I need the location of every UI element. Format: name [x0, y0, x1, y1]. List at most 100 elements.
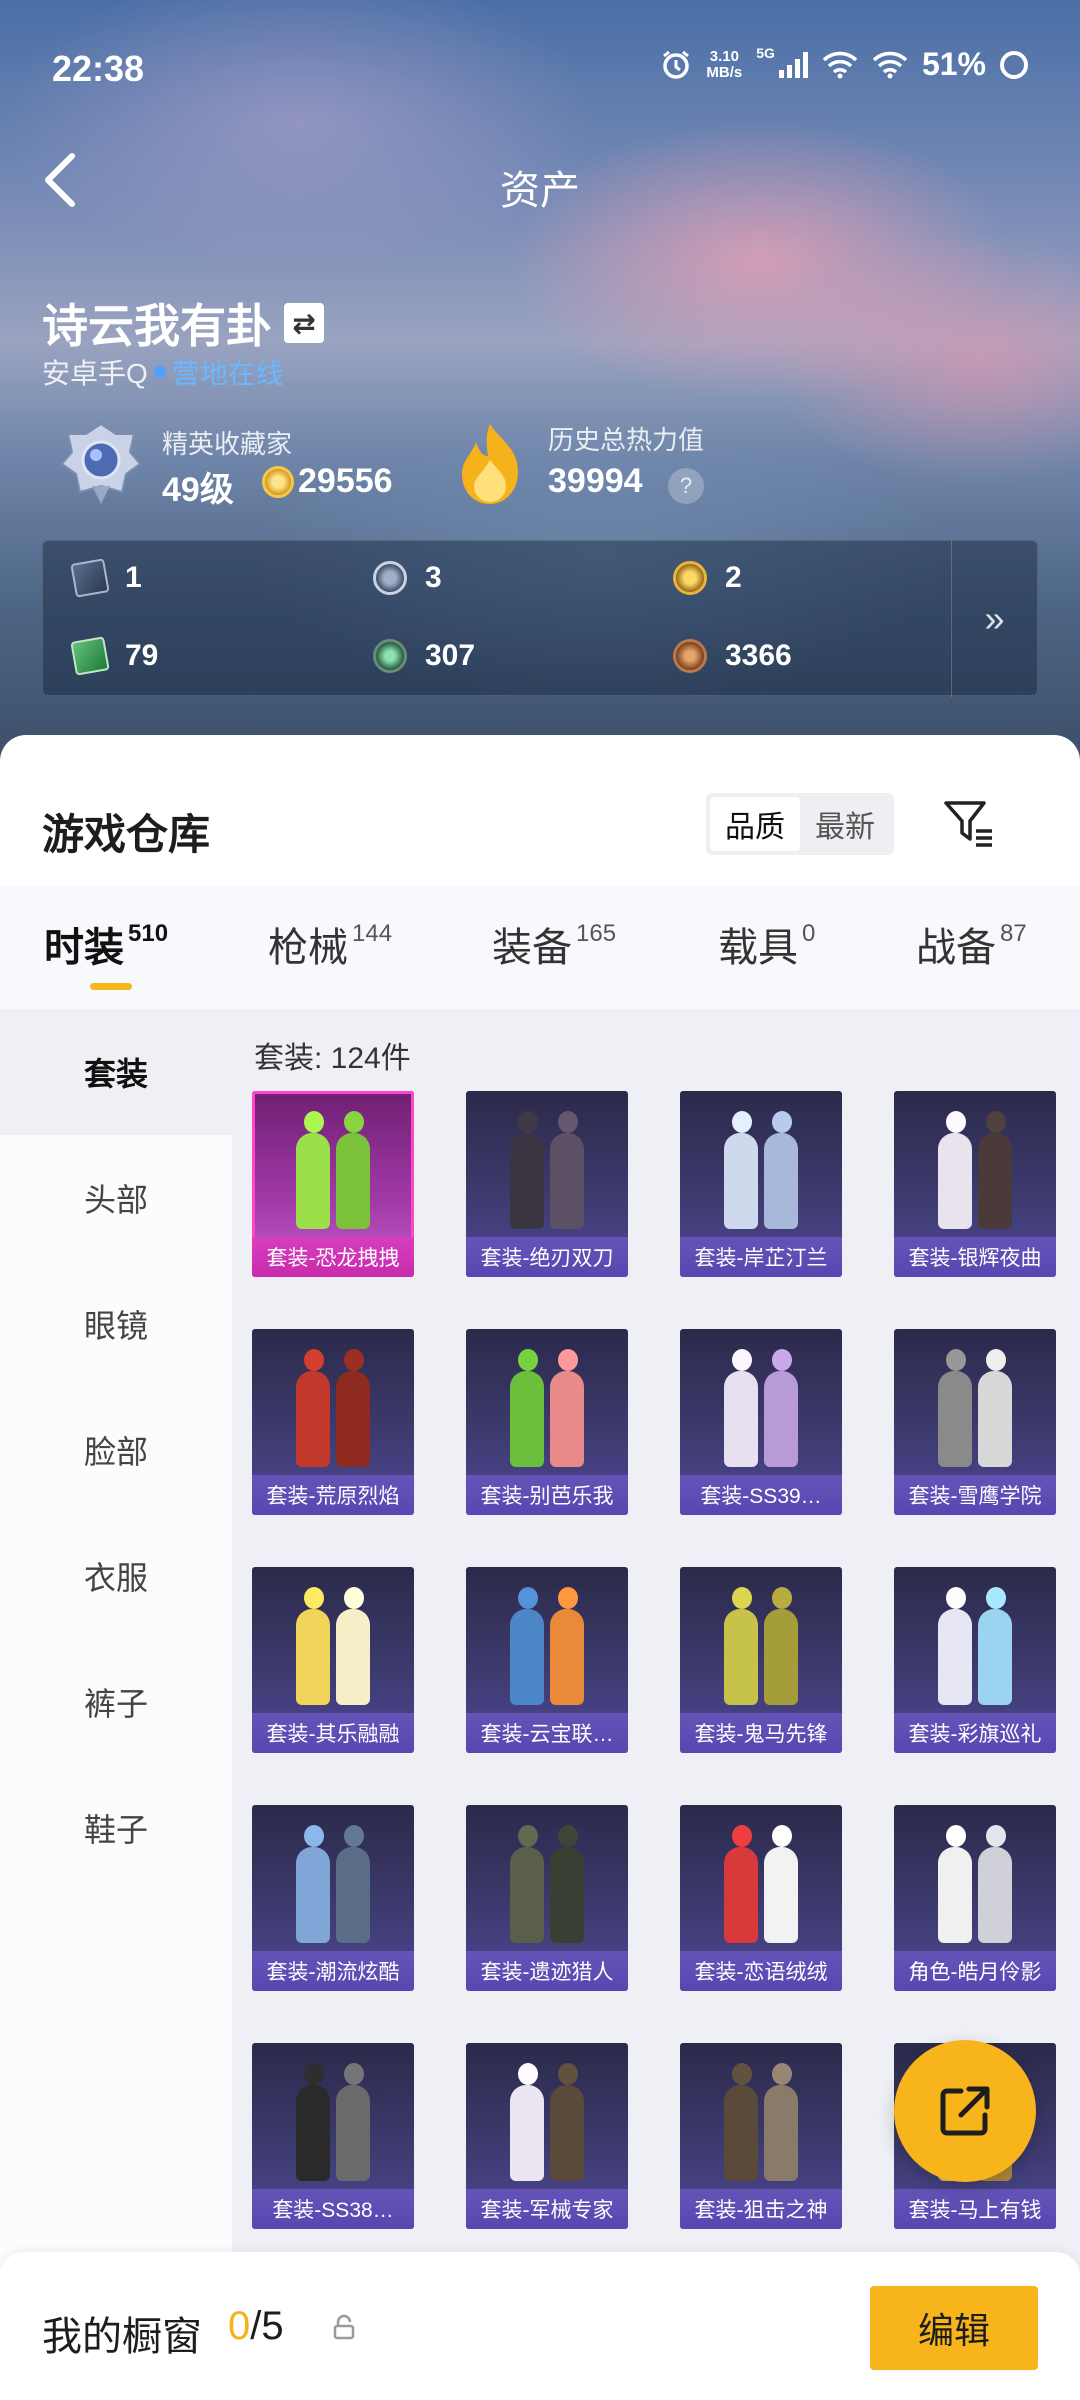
status-bar: 22:38 3.10 MB/s 5G 51%: [52, 40, 1028, 100]
silver-badge-icon: [373, 561, 407, 595]
tab-supplies[interactable]: 战备 87: [916, 915, 1027, 973]
outfit-figure: [550, 1609, 584, 1705]
item-label: 套装-荒原烈焰: [252, 1475, 414, 1515]
outfit-figure: [550, 1847, 584, 1943]
collector-points: 29556: [298, 462, 393, 500]
item-label: 套装-其乐融融: [252, 1713, 414, 1753]
outfit-figure: [978, 1847, 1012, 1943]
sidebar-item-outfits[interactable]: 套装: [0, 1009, 232, 1135]
tab-vehicles[interactable]: 载具 0: [718, 915, 815, 973]
asset-item: 3: [373, 561, 442, 595]
outfit-figure: [336, 1133, 370, 1229]
item-label: 套装-别芭乐我: [466, 1475, 628, 1515]
sidebar-item-pants[interactable]: 裤子: [0, 1639, 232, 1765]
outfit-figure: [938, 1847, 972, 1943]
sidebar-item-clothes[interactable]: 衣服: [0, 1513, 232, 1639]
filter-icon[interactable]: [940, 795, 996, 851]
outfit-figure: [296, 2085, 330, 2181]
item-card[interactable]: 套装-遗迹猎人: [466, 1805, 628, 1991]
asset-value: 1: [125, 561, 142, 594]
outfit-figure: [510, 1371, 544, 1467]
share-icon: [940, 2086, 990, 2136]
item-card[interactable]: 套装-银辉夜曲: [894, 1091, 1056, 1277]
sort-option-newest[interactable]: 最新: [800, 797, 890, 851]
assets-panel[interactable]: 1 3 2 79 307 3366 »: [42, 540, 1038, 697]
user-platform: 安卓手Q: [42, 358, 148, 389]
outfit-figure: [978, 1133, 1012, 1229]
outfit-figure: [510, 1609, 544, 1705]
asset-value: 79: [125, 639, 159, 672]
item-label: 套装-潮流炫酷: [252, 1951, 414, 1991]
item-label: 套装-云宝联…: [466, 1713, 628, 1753]
outfit-figure: [296, 1609, 330, 1705]
warehouse-title: 游戏仓库: [42, 811, 211, 858]
item-card[interactable]: 套装-潮流炫酷: [252, 1805, 414, 1991]
outfit-figure: [510, 2085, 544, 2181]
sidebar-item-head[interactable]: 头部: [0, 1135, 232, 1261]
page-title: 资产: [500, 169, 580, 213]
switch-account-icon[interactable]: ⇄: [284, 303, 324, 343]
item-label: 套装-遗迹猎人: [466, 1951, 628, 1991]
item-card[interactable]: 套装-狙击之神: [680, 2043, 842, 2229]
outfit-figure: [724, 1133, 758, 1229]
item-card[interactable]: 套装-别芭乐我: [466, 1329, 628, 1515]
tab-fashion[interactable]: 时装 510: [44, 915, 168, 973]
item-card[interactable]: 套装-恋语绒绒: [680, 1805, 842, 1991]
item-label: 套装-狙击之神: [680, 2189, 842, 2229]
outfit-figure: [938, 1133, 972, 1229]
sidebar-item-shoes[interactable]: 鞋子: [0, 1765, 232, 1891]
item-card[interactable]: 套装-荒原烈焰: [252, 1329, 414, 1515]
help-icon[interactable]: ?: [668, 468, 704, 504]
item-label: 套装-军械专家: [466, 2189, 628, 2229]
category-sidebar: 套装 头部 眼镜 脸部 衣服 裤子 鞋子: [0, 1009, 232, 2400]
outfit-figure: [336, 1371, 370, 1467]
item-grid: 套装: 124件 套装-恐龙拽拽 套装-绝刃双刀 套装-岸芷汀兰 套装-银辉夜曲 套装-…: [232, 1009, 1080, 2400]
tab-equipment[interactable]: 装备 165: [492, 915, 616, 973]
sidebar-item-glasses[interactable]: 眼镜: [0, 1261, 232, 1387]
item-label: 套装-彩旗巡礼: [894, 1713, 1056, 1753]
item-card[interactable]: 套装-彩旗巡礼: [894, 1567, 1056, 1753]
collector-medal-icon: [60, 422, 142, 504]
item-label: 套装-鬼马先锋: [680, 1713, 842, 1753]
status-time: 22:38: [52, 48, 145, 89]
hero-background: 22:38 3.10 MB/s 5G 51% 资产 诗云我有卦 ⇄ 安卓手Q 营地…: [0, 0, 1080, 760]
outfit-figure: [550, 2085, 584, 2181]
item-card[interactable]: 套装-岸芷汀兰: [680, 1091, 842, 1277]
outfit-figure: [938, 1609, 972, 1705]
bronze-coin-icon: [673, 639, 707, 673]
share-button[interactable]: [894, 2040, 1036, 2182]
item-card[interactable]: 套装-云宝联…: [466, 1567, 628, 1753]
net-speed: 3.10 MB/s: [706, 47, 743, 81]
item-card[interactable]: 套装-恐龙拽拽: [252, 1091, 414, 1277]
sidebar-item-face[interactable]: 脸部: [0, 1387, 232, 1513]
outfit-figure: [296, 1133, 330, 1229]
showcase-title: 我的橱窗: [42, 2315, 202, 2359]
tab-guns[interactable]: 枪械 144: [268, 915, 392, 973]
item-card[interactable]: 角色-皓月伶影: [894, 1805, 1056, 1991]
item-card[interactable]: 套装-绝刃双刀: [466, 1091, 628, 1277]
item-card[interactable]: 套装-其乐融融: [252, 1567, 414, 1753]
sort-option-quality[interactable]: 品质: [710, 797, 800, 851]
edit-button[interactable]: 编辑: [870, 2286, 1038, 2370]
item-card[interactable]: 套装-SS38…: [252, 2043, 414, 2229]
asset-item: 2: [673, 561, 742, 595]
item-card[interactable]: 套装-军械专家: [466, 2043, 628, 2229]
network-type: 5G: [756, 44, 775, 61]
user-name: 诗云我有卦: [42, 300, 272, 352]
outfit-figure: [296, 1371, 330, 1467]
sort-toggle: 品质 最新: [706, 793, 894, 855]
collector-title: 精英收藏家: [162, 429, 293, 459]
flame-icon: [462, 424, 518, 504]
assets-more-button[interactable]: »: [951, 541, 1037, 697]
outfit-figure: [724, 1371, 758, 1467]
item-card[interactable]: 套装-鬼马先锋: [680, 1567, 842, 1753]
item-card[interactable]: 套装-雪鹰学院: [894, 1329, 1056, 1515]
alarm-icon: [663, 50, 690, 79]
item-count: 套装: 124件: [254, 1042, 411, 1075]
outfit-figure: [978, 1371, 1012, 1467]
gold-badge-icon: [673, 561, 707, 595]
asset-value: 3: [425, 561, 442, 594]
item-card[interactable]: 套装-SS39…: [680, 1329, 842, 1515]
outfit-figure: [764, 1847, 798, 1943]
outfit-figure: [978, 1609, 1012, 1705]
